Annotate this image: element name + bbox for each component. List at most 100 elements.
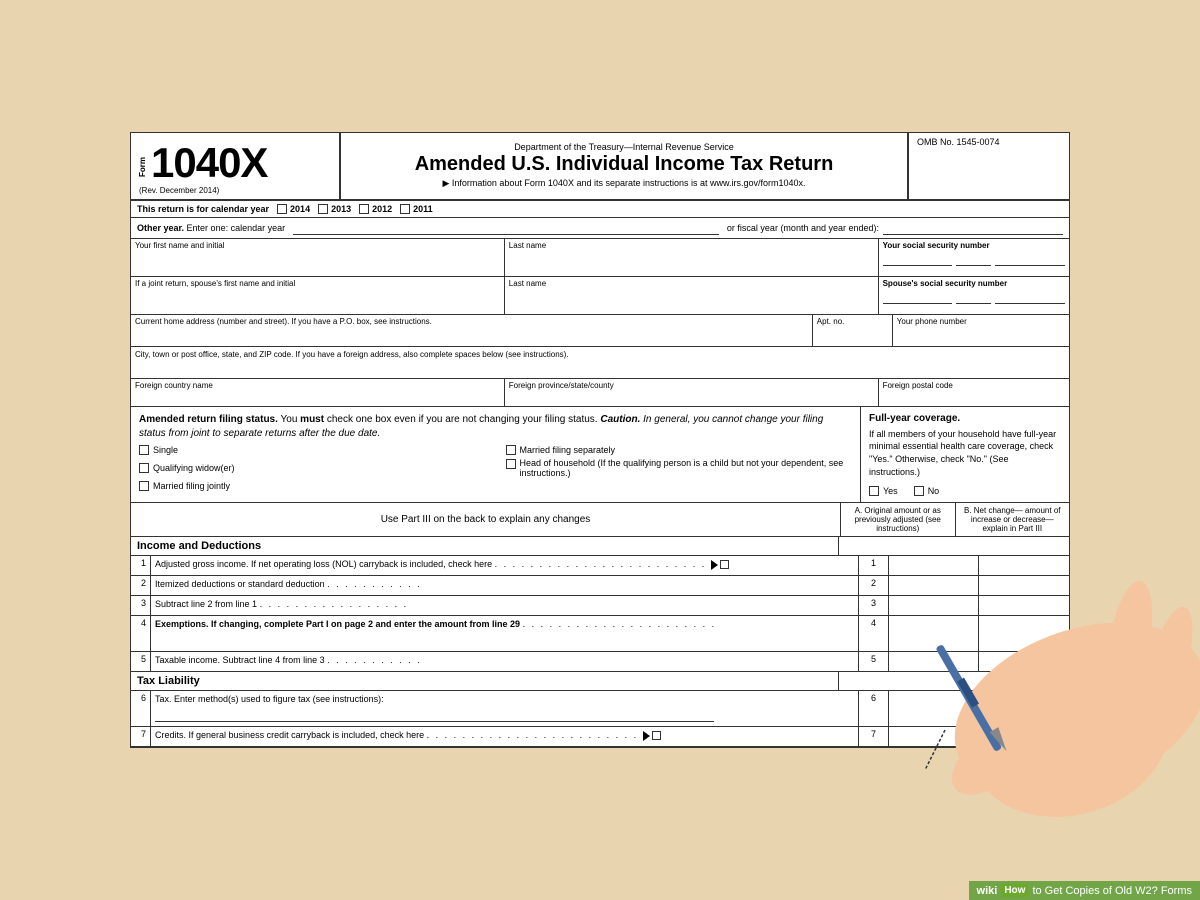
line-3-num: 3 — [131, 596, 151, 615]
year-2013-checkbox[interactable] — [318, 204, 328, 214]
fiscal-input[interactable] — [883, 221, 1063, 235]
city-row: City, town or post office, state, and ZI… — [131, 347, 1069, 379]
spouse-last-cell: Last name — [505, 277, 879, 314]
form-subtitle: ▶ Information about Form 1040X and its s… — [442, 178, 805, 189]
form-number: 1040X — [151, 142, 267, 184]
line-1-col-a[interactable] — [889, 556, 979, 575]
city-label: City, town or post office, state, and ZI… — [135, 350, 569, 359]
ssn-label: Your social security number — [883, 241, 1065, 250]
single-checkbox-item[interactable]: Single — [139, 445, 486, 455]
line-6-num: 6 — [131, 691, 151, 726]
line-3-col-b[interactable] — [979, 596, 1069, 615]
year-2012-checkbox[interactable] — [359, 204, 369, 214]
yes-no-row: Yes No — [869, 486, 1061, 496]
line-1-desc: Adjusted gross income. If net operating … — [151, 556, 859, 575]
line-6-ref: 6 — [859, 691, 889, 726]
line-2-ref: 2 — [859, 576, 889, 595]
year-2014-label: 2014 — [290, 204, 310, 214]
year-2011-group[interactable]: 2011 — [400, 204, 433, 214]
spouse-first-label: If a joint return, spouse's first name a… — [135, 279, 500, 288]
line-7-col-b[interactable] — [979, 727, 1069, 746]
married-separately-label: Married filing separately — [520, 445, 616, 455]
no-checkbox-item[interactable]: No — [914, 486, 940, 496]
line-3-desc: Subtract line 2 from line 1 . . . . . . … — [151, 596, 859, 615]
line-1-col-b[interactable] — [979, 556, 1069, 575]
form-number-block: Form 1040X (Rev. December 2014) — [131, 133, 341, 199]
line-1-checkbox[interactable] — [720, 560, 729, 569]
qualifying-widow-checkbox[interactable] — [139, 463, 149, 473]
foreign-province-cell: Foreign province/state/county — [505, 379, 879, 406]
income-row-6: 6 Tax. Enter method(s) used to figure ta… — [131, 691, 1069, 727]
head-household-checkbox-item[interactable]: Head of household (If the qualifying per… — [506, 458, 853, 478]
line-4-col-a[interactable] — [889, 616, 979, 651]
other-year-label: Other year. Enter one: calendar year — [137, 223, 285, 233]
married-jointly-checkbox[interactable] — [139, 481, 149, 491]
line-6-desc: Tax. Enter method(s) used to figure tax … — [151, 691, 859, 726]
foreign-postal-label: Foreign postal code — [883, 381, 1065, 390]
address-row: Current home address (number and street)… — [131, 315, 1069, 347]
fiscal-year-part: or fiscal year (month and year ended): — [727, 221, 1063, 235]
single-checkbox[interactable] — [139, 445, 149, 455]
qualifying-widow-label: Qualifying widow(er) — [153, 463, 235, 473]
year-2012-label: 2012 — [372, 204, 392, 214]
name-row-1: Your first name and initial Last name Yo… — [131, 239, 1069, 277]
line-7-col-a[interactable] — [889, 727, 979, 746]
tax-liability-spacer — [839, 672, 1069, 690]
year-2014-group[interactable]: 2014 — [277, 204, 310, 214]
income-row-1: 1 Adjusted gross income. If net operatin… — [131, 556, 1069, 576]
year-2011-checkbox[interactable] — [400, 204, 410, 214]
address-cell: Current home address (number and street)… — [131, 315, 813, 346]
foreign-postal-cell: Foreign postal code — [879, 379, 1069, 406]
line-5-desc: Taxable income. Subtract line 4 from lin… — [151, 652, 859, 671]
income-row-4: 4 Exemptions. If changing, complete Part… — [131, 616, 1069, 652]
head-household-checkbox[interactable] — [506, 459, 516, 469]
wikihow-how-text: How — [1001, 884, 1028, 897]
yes-checkbox-item[interactable]: Yes — [869, 486, 898, 496]
line-3-col-a[interactable] — [889, 596, 979, 615]
line-7-arrow — [643, 731, 650, 741]
year-2014-checkbox[interactable] — [277, 204, 287, 214]
qualifying-widow-checkbox-item[interactable]: Qualifying widow(er) — [139, 458, 486, 478]
name-row-2: If a joint return, spouse's first name a… — [131, 277, 1069, 315]
col-a-header: A. Original amount or as previously adju… — [841, 503, 956, 536]
spouse-first-cell: If a joint return, spouse's first name a… — [131, 277, 505, 314]
line-6-col-b[interactable] — [979, 691, 1069, 726]
line-2-col-b[interactable] — [979, 576, 1069, 595]
head-household-label: Head of household (If the qualifying per… — [520, 458, 853, 478]
line-4-desc: Exemptions. If changing, complete Part I… — [151, 616, 859, 651]
coverage-block: Full-year coverage. If all members of yo… — [861, 407, 1069, 502]
form-header: Form 1040X (Rev. December 2014) Departme… — [131, 133, 1069, 201]
filing-checkboxes: Single Married filing separately Qualify… — [139, 445, 852, 491]
filing-coverage-row: Amended return filing status. You must c… — [131, 407, 1069, 503]
line-5-col-a[interactable] — [889, 652, 979, 671]
married-jointly-checkbox-item[interactable]: Married filing jointly — [139, 481, 486, 491]
yes-checkbox[interactable] — [869, 486, 879, 496]
page-container: Form 1040X (Rev. December 2014) Departme… — [0, 0, 1200, 900]
line-1-ref: 1 — [859, 556, 889, 575]
other-year-input[interactable] — [293, 221, 719, 235]
year-2012-group[interactable]: 2012 — [359, 204, 392, 214]
income-row-2: 2 Itemized deductions or standard deduct… — [131, 576, 1069, 596]
married-separately-checkbox-item[interactable]: Married filing separately — [506, 445, 853, 455]
tax-liability-section: Tax Liability — [131, 672, 1069, 691]
form-title-block: Department of the Treasury—Internal Reve… — [341, 133, 909, 199]
omb-number: OMB No. 1545-0074 — [917, 137, 1061, 147]
year-2013-group[interactable]: 2013 — [318, 204, 351, 214]
line-6-col-a[interactable] — [889, 691, 979, 726]
married-separately-checkbox[interactable] — [506, 445, 516, 455]
apt-label: Apt. no. — [817, 317, 888, 326]
no-checkbox[interactable] — [914, 486, 924, 496]
line-7-num: 7 — [131, 727, 151, 746]
income-section-header: Income and Deductions — [131, 537, 1069, 556]
phone-label: Your phone number — [897, 317, 1065, 326]
last-name-label-1: Last name — [509, 241, 874, 250]
line-2-col-a[interactable] — [889, 576, 979, 595]
filing-title: Amended return filing status. You must c… — [139, 413, 852, 441]
line-5-col-b[interactable] — [979, 652, 1069, 671]
fiscal-label: or fiscal year (month and year ended): — [727, 223, 879, 233]
line-7-checkbox[interactable] — [652, 731, 661, 740]
calendar-year-label: This return is for calendar year — [137, 204, 269, 214]
last-name-cell-1: Last name — [505, 239, 879, 276]
foreign-country-cell: Foreign country name — [131, 379, 505, 406]
line-4-col-b[interactable] — [979, 616, 1069, 651]
